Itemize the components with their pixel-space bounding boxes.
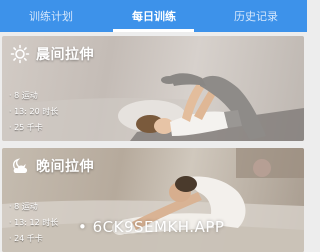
active-tab-indicator	[113, 29, 194, 32]
moon-cloud-icon	[12, 158, 28, 173]
calories: · 24 千卡	[9, 234, 43, 243]
exercise-count: · 8 运动	[9, 91, 38, 100]
watermark-text: • 6CK9SEMKH.APP	[78, 218, 225, 236]
card-title: 晨间拉伸	[36, 47, 94, 63]
tab-history[interactable]: 历史记录	[205, 0, 307, 32]
card-title: 晚间拉伸	[36, 159, 94, 175]
evening-stretch-card[interactable]: 晚间拉伸 · 8 运动 · 13: 12 时长 · 24 千卡	[2, 148, 304, 252]
tab-daily-training[interactable]: 每日训练	[103, 0, 205, 32]
app-window: 训练计划 每日训练 历史记录 晨间拉伸 · 8 运动 · 13: 20 时长 ·…	[0, 0, 307, 252]
duration: · 13: 20 时长	[9, 107, 59, 116]
exercise-count: · 8 运动	[9, 202, 38, 211]
duration: · 13: 12 时长	[9, 218, 59, 227]
tab-training-plan[interactable]: 训练计划	[0, 0, 102, 32]
morning-stretch-card[interactable]: 晨间拉伸 · 8 运动 · 13: 20 时长 · 25 千卡	[2, 36, 304, 141]
sun-icon	[10, 44, 30, 64]
calories: · 25 千卡	[9, 123, 43, 132]
tab-bar: 训练计划 每日训练 历史记录	[0, 0, 307, 32]
